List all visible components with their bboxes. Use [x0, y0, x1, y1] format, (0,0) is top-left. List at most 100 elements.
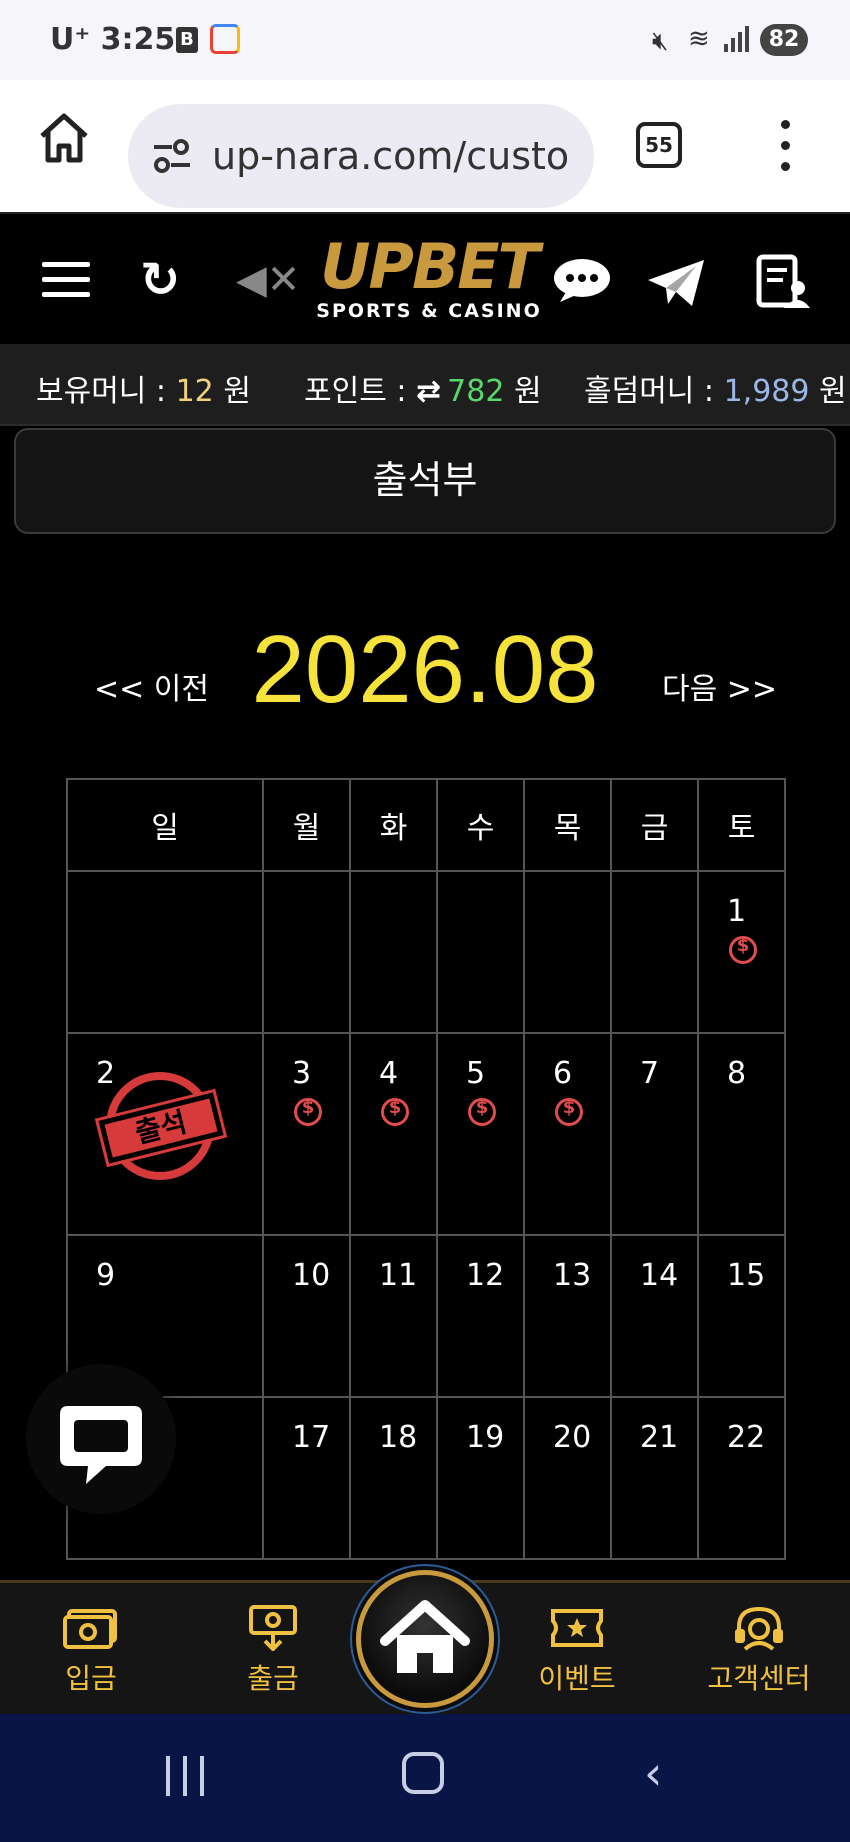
day-number: 19 — [466, 1420, 505, 1455]
week-row: 2 출석 3 4 5 6 7 8 — [66, 1032, 786, 1236]
live-chat-button[interactable] — [26, 1364, 176, 1514]
day-number: 20 — [553, 1420, 592, 1455]
maps-notification-icon — [210, 24, 240, 54]
nav-event[interactable]: 이벤트 — [502, 1605, 652, 1697]
coin-stamp-icon — [555, 1097, 583, 1126]
nav-home-button[interactable] — [356, 1570, 494, 1708]
browser-home-icon[interactable] — [38, 112, 90, 164]
coin-stamp-icon — [729, 935, 757, 964]
balance-bar: 보유머니 : 12 원 포인트 : ⇄ 782 원 홀덤머니 : 1,989 원 — [0, 344, 850, 426]
calendar-cell: 18 — [349, 1396, 438, 1560]
more-options-icon[interactable] — [776, 116, 796, 176]
attendance-stamp-icon: 출석 — [95, 1072, 227, 1180]
weekday-header-row: 일 월 화 수 목 금 토 — [66, 778, 786, 872]
day-number: 1 — [727, 894, 747, 929]
logo-brand: UPBET — [320, 230, 540, 303]
day-number: 9 — [96, 1258, 116, 1293]
day-number: 13 — [553, 1258, 592, 1293]
chat-bubble-icon[interactable] — [552, 258, 612, 304]
withdraw-icon — [249, 1605, 297, 1651]
nav-support[interactable]: 고객센터 — [684, 1605, 834, 1697]
hamburger-menu-icon[interactable] — [42, 262, 90, 298]
calendar-cell-empty — [349, 870, 438, 1034]
chat-icon — [60, 1406, 142, 1484]
deposit-icon — [63, 1609, 117, 1649]
money-balance: 보유머니 : 12 원 — [36, 374, 251, 409]
calendar-cell: 5 — [436, 1032, 525, 1236]
calendar-cell: 22 — [697, 1396, 786, 1560]
calendar-cell: 19 — [436, 1396, 525, 1560]
battery-indicator: 82 — [760, 24, 808, 56]
nav-withdraw[interactable]: 출금 — [198, 1605, 348, 1697]
calendar-cell: 13 — [523, 1234, 612, 1398]
calendar-cell: 10 — [262, 1234, 351, 1398]
signal-icon — [724, 26, 752, 52]
home-icon — [380, 1600, 470, 1673]
calendar-cell: 11 — [349, 1234, 438, 1398]
current-month: 2026.08 — [251, 616, 599, 723]
telegram-icon[interactable] — [646, 258, 706, 308]
points-balance[interactable]: 포인트 : ⇄ 782 원 — [304, 366, 542, 410]
calendar-cell: 12 — [436, 1234, 525, 1398]
day-number: 7 — [640, 1056, 660, 1091]
calendar-cell: 20 — [523, 1396, 612, 1560]
day-number: 18 — [379, 1420, 418, 1455]
convert-arrows-icon[interactable]: ⇄ — [416, 374, 441, 409]
nav-deposit[interactable]: 입금 — [16, 1605, 166, 1697]
notice-board-icon[interactable] — [756, 254, 810, 310]
day-number: 11 — [379, 1258, 418, 1293]
calendar-cell-empty — [66, 870, 264, 1034]
day-number: 12 — [466, 1258, 505, 1293]
weekday-wed: 수 — [436, 778, 525, 872]
calendar-cell-empty — [262, 870, 351, 1034]
b-app-icon: B — [176, 27, 198, 53]
url-text[interactable]: up-nara.com/custo — [212, 134, 584, 178]
weekday-mon: 월 — [262, 778, 351, 872]
android-nav-bar: ‹ — [0, 1714, 850, 1842]
site-header: ↻ ◀✕ UPBET SPORTS & CASINO — [0, 212, 850, 344]
calendar-cell: 7 — [610, 1032, 699, 1236]
site-settings-icon[interactable] — [152, 138, 192, 174]
calendar-cell: 15 — [697, 1234, 786, 1398]
calendar-cell: 6 — [523, 1032, 612, 1236]
day-number: 6 — [553, 1056, 573, 1091]
next-month-link[interactable]: 다음 >> — [662, 664, 777, 708]
calendar-cell: 4 — [349, 1032, 438, 1236]
day-number: 5 — [466, 1056, 486, 1091]
coin-stamp-icon — [294, 1097, 322, 1126]
weekday-tue: 화 — [349, 778, 438, 872]
day-number: 15 — [727, 1258, 766, 1293]
day-number: 17 — [292, 1420, 331, 1455]
tab-switcher-button[interactable]: 55 — [636, 122, 682, 168]
site-logo[interactable]: UPBET SPORTS & CASINO — [284, 230, 574, 323]
calendar-cell: 14 — [610, 1234, 699, 1398]
browser-toolbar: up-nara.com/custo 55 — [0, 80, 850, 212]
address-bar[interactable]: up-nara.com/custo — [128, 104, 594, 208]
coin-stamp-icon — [468, 1097, 496, 1126]
day-number: 4 — [379, 1056, 399, 1091]
calendar-cell-empty — [523, 870, 612, 1034]
coin-stamp-icon — [381, 1097, 409, 1126]
refresh-icon[interactable]: ↻ — [140, 256, 180, 304]
calendar-cell: 1 — [697, 870, 786, 1034]
android-home-icon[interactable] — [402, 1752, 444, 1794]
calendar-cell: 21 — [610, 1396, 699, 1560]
prev-month-link[interactable]: << 이전 — [94, 664, 209, 708]
wifi-icon: ≋ — [688, 24, 710, 54]
logo-tagline: SPORTS & CASINO — [316, 300, 542, 322]
back-icon[interactable]: ‹ — [644, 1750, 662, 1796]
day-number: 10 — [292, 1258, 331, 1293]
calendar-cell-empty — [436, 870, 525, 1034]
day-number: 3 — [292, 1056, 312, 1091]
weekday-sun: 일 — [66, 778, 264, 872]
calendar-cell-empty — [610, 870, 699, 1034]
status-time: U⁺ 3:25 — [50, 22, 176, 57]
weekday-thu: 목 — [523, 778, 612, 872]
headset-icon — [735, 1606, 783, 1651]
day-number: 8 — [727, 1056, 747, 1091]
recent-apps-icon[interactable] — [166, 1756, 206, 1796]
holdem-balance: 홀덤머니 : 1,989 원 — [584, 374, 847, 409]
day-number: 14 — [640, 1258, 679, 1293]
page-title: 출석부 — [14, 428, 836, 534]
mute-icon: 🔇︎ — [652, 26, 669, 56]
